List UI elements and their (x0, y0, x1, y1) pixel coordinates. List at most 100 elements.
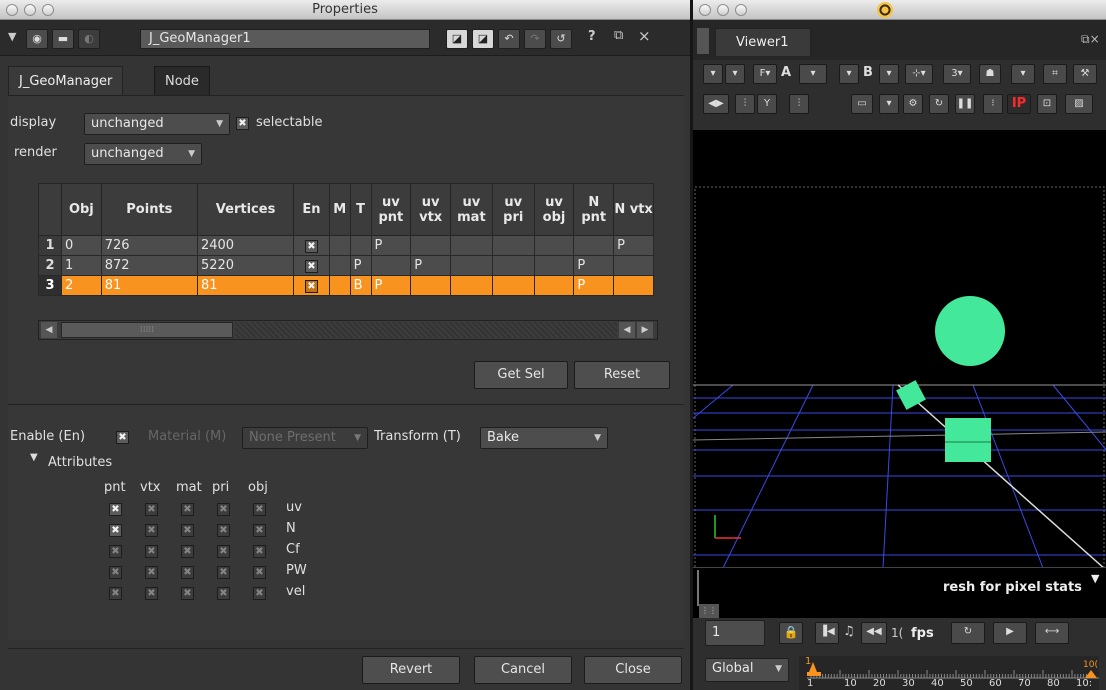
attribute-checkbox[interactable]: ✖ (109, 566, 122, 579)
table-cell-points[interactable]: 872 (100, 255, 198, 276)
table-cell-vertices[interactable]: 2400 (196, 235, 295, 256)
proxy-dropdown[interactable]: 3▾ (943, 64, 971, 84)
table-header[interactable]: uv obj (533, 183, 575, 236)
table-cell-n-pnt[interactable] (573, 235, 615, 256)
table-cell-uv-pri[interactable] (491, 255, 535, 276)
attribute-checkbox[interactable]: ✖ (109, 545, 122, 558)
enable-cell[interactable]: ✖ (293, 235, 330, 256)
attribute-checkbox[interactable]: ✖ (181, 566, 194, 579)
table-header[interactable]: uv pnt (370, 183, 412, 236)
rgba-dropdown[interactable]: ▾ (725, 64, 745, 84)
info-grip-icon[interactable] (697, 570, 701, 606)
scroll-right-icon[interactable]: ▶ (637, 322, 653, 338)
viewer-dropdown[interactable]: ▾ (1011, 64, 1035, 84)
collapse-triangle-icon[interactable]: ▼ (8, 30, 16, 43)
tools-icon[interactable]: ⚒ (1073, 64, 1097, 84)
enable-cell[interactable]: ✖ (293, 255, 330, 276)
close-window-icon[interactable] (6, 4, 18, 16)
table-header[interactable]: Points (100, 183, 198, 236)
table-row[interactable]: 3 2 81 81 ✖ B P P (38, 275, 654, 296)
lock-icon[interactable]: 🔒 (779, 622, 803, 644)
close-panel-icon[interactable]: × (638, 27, 651, 45)
attribute-checkbox[interactable]: ✖ (181, 503, 194, 516)
people-icon[interactable]: ☗ (979, 64, 1001, 84)
viewer-canvas[interactable] (693, 130, 1106, 638)
table-cell-m[interactable] (328, 255, 351, 276)
table-cell-points[interactable]: 726 (100, 235, 198, 256)
table-row[interactable]: 1 0 726 2400 ✖ P P (38, 235, 654, 256)
input-a-dropdown[interactable]: ▾ (799, 64, 827, 84)
table-cell-uv-mat[interactable] (450, 235, 493, 256)
help-icon[interactable]: ? (588, 29, 596, 44)
revert-button[interactable]: Revert (362, 656, 460, 684)
gamma-dropdown[interactable]: F▾ (753, 64, 777, 84)
float-panel-icon[interactable]: ⧉ (614, 28, 623, 43)
attribute-checkbox[interactable]: ✖ (145, 545, 158, 558)
table-header[interactable]: N vtx (613, 183, 654, 236)
timeline-handle-icon[interactable]: ⋮⋮ (699, 604, 719, 618)
sphere-object[interactable] (935, 296, 1005, 366)
close-button[interactable]: Close (584, 656, 682, 684)
enable-cell[interactable]: ✖ (293, 275, 330, 296)
input-b-dropdown[interactable]: ▾ (879, 64, 899, 84)
channel-y-button[interactable]: Y (757, 94, 777, 114)
info-dropdown-icon[interactable]: ▼ (1091, 572, 1099, 585)
table-cell-n-vtx[interactable] (613, 255, 654, 276)
attribute-checkbox[interactable]: ✖ (181, 524, 194, 537)
panel-grip-icon[interactable] (697, 28, 709, 54)
table-cell-uv-pnt[interactable]: P (370, 235, 412, 256)
enable-checkbox[interactable]: ✖ (116, 431, 129, 444)
table-cell-uv-pri[interactable] (491, 275, 535, 296)
attribute-checkbox[interactable]: ✖ (145, 566, 158, 579)
table-cell-m[interactable] (328, 235, 351, 256)
region-icon[interactable]: ⊡ (1037, 94, 1057, 114)
attribute-checkbox[interactable]: ✖ (145, 503, 158, 516)
timeline-slider[interactable]: 1 10( 1 10 20 30 40 50 60 70 80 10: (799, 656, 1099, 690)
selectable-checkbox[interactable]: ✖ (236, 117, 249, 130)
loop-icon[interactable]: ↻ (951, 622, 985, 644)
skip-to-start-icon[interactable]: ▐◀ (815, 622, 839, 644)
table-header[interactable]: uv vtx (410, 183, 451, 236)
cube-object[interactable] (945, 418, 991, 462)
table-cell-t[interactable]: B (349, 275, 372, 296)
zoom-window-icon[interactable] (735, 4, 747, 16)
row-number[interactable]: 2 (38, 255, 62, 276)
overlay-dropdown[interactable]: ▾ (879, 94, 899, 114)
attribute-checkbox[interactable]: ✖ (217, 503, 230, 516)
timeline-zoom-icon[interactable]: ⟷ (1035, 622, 1069, 644)
table-row[interactable]: 2 1 872 5220 ✖ P P P (38, 255, 654, 276)
rewind-icon[interactable]: ◀◀ (861, 622, 887, 644)
render-dropdown[interactable]: unchanged ▼ (84, 143, 202, 165)
table-header[interactable]: En (293, 183, 330, 236)
table-cell-n-vtx[interactable] (613, 275, 654, 296)
channels-dropdown[interactable]: ▾ (703, 64, 723, 84)
clipping-icon[interactable]: ⚙ (903, 94, 923, 114)
attribute-checkbox[interactable]: ✖ (109, 524, 122, 537)
table-horizontal-scrollbar[interactable]: ◀ ⁞⁞⁞⁞⁞ ◀ ▶ (38, 320, 658, 340)
table-header[interactable]: Vertices (196, 183, 295, 236)
table-cell-uv-vtx[interactable] (410, 275, 451, 296)
cancel-button[interactable]: Cancel (474, 656, 572, 684)
node-view-icon[interactable]: ◉ (26, 29, 48, 49)
knob-link-icon[interactable]: ◐ (78, 29, 100, 49)
table-header[interactable]: T (349, 183, 372, 236)
attribute-checkbox[interactable]: ✖ (145, 587, 158, 600)
table-cell-uv-pnt[interactable] (370, 255, 412, 276)
gl-color-icon[interactable]: ◪ (472, 29, 494, 49)
table-cell-uv-vtx[interactable]: P (410, 255, 451, 276)
attributes-expand-icon[interactable]: ▼ (30, 452, 38, 463)
attribute-checkbox[interactable]: ✖ (253, 524, 266, 537)
roi-icon[interactable]: ⌗ (1043, 64, 1067, 84)
in-point-marker[interactable] (807, 672, 821, 676)
reset-button[interactable]: Reset (574, 361, 670, 389)
display-dropdown[interactable]: unchanged ▼ (84, 113, 230, 135)
table-cell-t[interactable] (349, 235, 372, 256)
float-panel-icon[interactable]: ⧉× (1081, 32, 1100, 47)
row-number[interactable]: 1 (38, 235, 62, 256)
get-sel-button[interactable]: Get Sel (474, 361, 568, 389)
compare-dropdown[interactable]: ▾ (839, 64, 859, 84)
attribute-checkbox[interactable]: ✖ (217, 545, 230, 558)
table-cell-obj[interactable]: 0 (61, 235, 102, 256)
attribute-checkbox[interactable]: ✖ (145, 524, 158, 537)
attribute-checkbox[interactable]: ✖ (217, 566, 230, 579)
